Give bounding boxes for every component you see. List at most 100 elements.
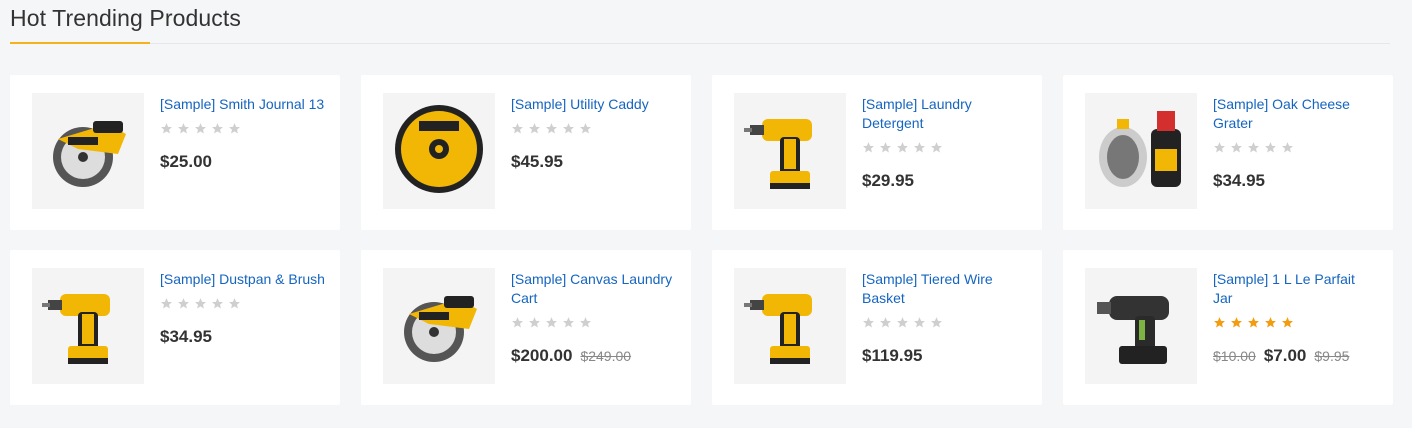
chalk-line-icon	[1091, 99, 1191, 204]
rating-stars	[511, 122, 676, 136]
price-row: $45.95	[511, 152, 676, 172]
star-filled-icon	[1230, 316, 1243, 329]
product-image[interactable]	[383, 93, 495, 209]
product-name-link[interactable]: [Sample] Utility Caddy	[511, 95, 676, 114]
product-image[interactable]	[734, 93, 846, 209]
star-empty-icon	[862, 316, 875, 329]
star-empty-icon	[879, 141, 892, 154]
star-empty-icon	[562, 122, 575, 135]
star-empty-icon	[913, 141, 926, 154]
product-price: $200.00	[511, 346, 573, 365]
star-empty-icon	[545, 316, 558, 329]
star-empty-icon	[562, 316, 575, 329]
star-filled-icon	[1281, 316, 1294, 329]
star-empty-icon	[579, 316, 592, 329]
product-image[interactable]	[32, 268, 144, 384]
product-card[interactable]: [Sample] Tiered Wire Basket $119.95	[712, 250, 1042, 405]
price-row: $200.00 $249.00	[511, 346, 676, 366]
product-price: $29.95	[862, 171, 914, 190]
old-price: $9.95	[1314, 348, 1350, 364]
star-empty-icon	[896, 141, 909, 154]
star-empty-icon	[579, 122, 592, 135]
star-empty-icon	[528, 316, 541, 329]
product-card[interactable]: [Sample] Utility Caddy $45.95	[361, 75, 691, 230]
rating-stars	[862, 141, 1027, 155]
product-card[interactable]: [Sample] Canvas Laundry Cart $200.00 $24…	[361, 250, 691, 405]
star-empty-icon	[211, 122, 224, 135]
product-grid: [Sample] Smith Journal 13 $25.00 [Sample…	[10, 75, 1393, 405]
star-empty-icon	[160, 122, 173, 135]
hammer-drill-icon	[740, 99, 840, 204]
product-name-link[interactable]: [Sample] 1 L Le Parfait Jar	[1213, 270, 1378, 308]
product-price: $34.95	[1213, 171, 1265, 190]
star-empty-icon	[194, 122, 207, 135]
star-empty-icon	[228, 297, 241, 310]
rating-stars	[1213, 316, 1378, 330]
product-card[interactable]: [Sample] Laundry Detergent $29.95	[712, 75, 1042, 230]
star-empty-icon	[896, 316, 909, 329]
star-empty-icon	[1230, 141, 1243, 154]
rating-stars	[160, 122, 325, 136]
product-price: $7.00	[1263, 346, 1307, 365]
rating-stars	[160, 297, 325, 311]
star-filled-icon	[1213, 316, 1226, 329]
section-header: Hot Trending Products	[10, 0, 1390, 44]
price-row: $119.95	[862, 346, 1027, 366]
price-row: $29.95	[862, 171, 1027, 191]
star-empty-icon	[177, 297, 190, 310]
product-name-link[interactable]: [Sample] Laundry Detergent	[862, 95, 1027, 133]
saw-blade-icon	[389, 99, 489, 204]
star-empty-icon	[511, 316, 524, 329]
product-card[interactable]: [Sample] Oak Cheese Grater $34.95	[1063, 75, 1393, 230]
price-row: $34.95	[1213, 171, 1378, 191]
star-empty-icon	[879, 316, 892, 329]
star-empty-icon	[228, 122, 241, 135]
product-name-link[interactable]: [Sample] Smith Journal 13	[160, 95, 325, 114]
product-card[interactable]: [Sample] Smith Journal 13 $25.00	[10, 75, 340, 230]
star-empty-icon	[211, 297, 224, 310]
hammer-drill-icon	[740, 274, 840, 379]
price-row: $25.00	[160, 152, 325, 172]
cordless-drill-icon	[1091, 274, 1191, 379]
product-image[interactable]	[1085, 268, 1197, 384]
price-row: $10.00 $7.00 $9.95	[1213, 346, 1378, 366]
product-name-link[interactable]: [Sample] Canvas Laundry Cart	[511, 270, 676, 308]
circular-saw-icon	[389, 274, 489, 379]
product-price: $119.95	[862, 346, 923, 365]
product-image[interactable]	[383, 268, 495, 384]
product-image[interactable]	[32, 93, 144, 209]
star-empty-icon	[1247, 141, 1260, 154]
product-image[interactable]	[734, 268, 846, 384]
product-name-link[interactable]: [Sample] Dustpan & Brush	[160, 270, 325, 289]
price-row: $34.95	[160, 327, 325, 347]
star-empty-icon	[177, 122, 190, 135]
star-empty-icon	[160, 297, 173, 310]
old-price: $10.00	[1213, 348, 1256, 364]
product-name-link[interactable]: [Sample] Oak Cheese Grater	[1213, 95, 1378, 133]
title-underline	[10, 42, 150, 44]
star-empty-icon	[930, 316, 943, 329]
section-title: Hot Trending Products	[10, 5, 241, 31]
star-empty-icon	[930, 141, 943, 154]
star-empty-icon	[1264, 141, 1277, 154]
rating-stars	[862, 316, 1027, 330]
rating-stars	[511, 316, 676, 330]
star-empty-icon	[862, 141, 875, 154]
star-empty-icon	[1281, 141, 1294, 154]
star-empty-icon	[913, 316, 926, 329]
product-card[interactable]: [Sample] 1 L Le Parfait Jar $10.00 $7.00…	[1063, 250, 1393, 405]
star-filled-icon	[1247, 316, 1260, 329]
product-price: $25.00	[160, 152, 212, 171]
circular-saw-icon	[38, 99, 138, 204]
product-card[interactable]: [Sample] Dustpan & Brush $34.95	[10, 250, 340, 405]
star-empty-icon	[1213, 141, 1226, 154]
star-empty-icon	[528, 122, 541, 135]
star-filled-icon	[1264, 316, 1277, 329]
old-price: $249.00	[580, 348, 632, 364]
star-empty-icon	[545, 122, 558, 135]
hammer-drill-icon	[38, 274, 138, 379]
product-name-link[interactable]: [Sample] Tiered Wire Basket	[862, 270, 1027, 308]
product-image[interactable]	[1085, 93, 1197, 209]
star-empty-icon	[511, 122, 524, 135]
product-price: $45.95	[511, 152, 563, 171]
